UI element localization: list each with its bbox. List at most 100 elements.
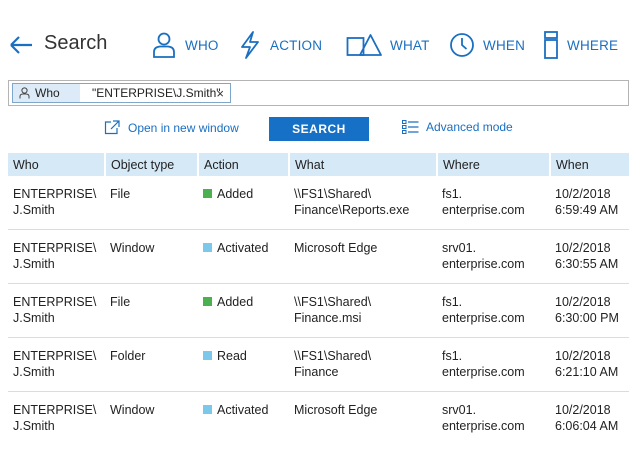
cell-action: Activated — [198, 229, 289, 284]
filter-chip-key[interactable]: Who — [12, 83, 81, 103]
filter-what-label: WHAT — [390, 37, 430, 53]
cell-where: fs1. enterprise.com — [437, 283, 550, 338]
cell-where: srv01. enterprise.com — [437, 392, 550, 446]
cell-who: ENTERPRISE\ J.Smith — [8, 392, 105, 446]
cell-what: Microsoft Edge — [289, 229, 437, 284]
advanced-mode-link[interactable]: Advanced mode — [402, 120, 513, 134]
table-row[interactable]: ENTERPRISE\ J.Smith Window Activated Microso… — [8, 229, 629, 284]
column-header-who[interactable]: Who — [8, 153, 106, 176]
cell-who: ENTERPRISE\ J.Smith — [8, 176, 105, 230]
cell-line: 10/2/2018 — [555, 295, 611, 309]
cell-what: \\FS1\Shared\ Finance — [289, 337, 437, 392]
top-bar: Search WHO ACTION WHAT WHEN WHERE — [0, 0, 640, 80]
person-icon — [153, 32, 175, 58]
search-button[interactable]: SEARCH — [269, 117, 369, 141]
filter-where-button[interactable]: WHERE — [543, 28, 618, 62]
cell-action: Added — [198, 176, 289, 230]
cell-line: ENTERPRISE\ — [13, 295, 97, 309]
cell-action: Added — [198, 283, 289, 338]
cell-line: Finance\Reports.exe — [294, 203, 410, 217]
column-header-action[interactable]: Action — [198, 153, 290, 176]
page-title: Search — [44, 32, 108, 54]
cell-when: 10/2/2018 6:30:55 AM — [550, 229, 629, 284]
cell-who: ENTERPRISE\ J.Smith — [8, 229, 105, 284]
cell-action: Read — [198, 337, 289, 392]
filter-when-button[interactable]: WHEN — [449, 28, 525, 62]
action-status-marker — [203, 351, 212, 360]
cell-line: ENTERPRISE\ — [13, 403, 97, 417]
action-label: Activated — [217, 241, 269, 255]
shapes-icon — [346, 34, 382, 56]
advanced-mode-label: Advanced mode — [426, 120, 513, 134]
cell-line: Microsoft Edge — [294, 403, 378, 417]
cell-line: 10/2/2018 — [555, 403, 611, 417]
open-new-window-link[interactable]: Open in new window — [104, 120, 239, 135]
cell-line: J.Smith — [13, 311, 55, 325]
filter-chip-value-label: "ENTERPRISE\J.Smith" — [92, 86, 221, 100]
cell-line: 6:59:49 AM — [555, 203, 619, 217]
action-label: Added — [217, 187, 254, 201]
cell-where: fs1. enterprise.com — [437, 337, 550, 392]
table-row[interactable]: ENTERPRISE\ J.Smith Window Activated Microso… — [8, 392, 629, 446]
cell-object-type: Folder — [105, 337, 198, 392]
cell-line: J.Smith — [13, 203, 55, 217]
action-label: Read — [217, 349, 247, 363]
column-header-when[interactable]: When — [550, 153, 629, 176]
cell-what: \\FS1\Shared\ Finance.msi — [289, 283, 437, 338]
cell-line: srv01. — [442, 403, 477, 417]
cell-line: enterprise.com — [442, 365, 525, 379]
filter-chip-value[interactable]: "ENTERPRISE\J.Smith" × — [80, 83, 231, 103]
filter-who-label: WHO — [185, 37, 219, 53]
results-table: Who Object type Action What Where When E… — [8, 153, 629, 445]
table-row[interactable]: ENTERPRISE\ J.Smith Folder Read \\FS1\Shared… — [8, 337, 629, 392]
filter-action-button[interactable]: ACTION — [238, 28, 322, 62]
back-arrow-icon[interactable] — [8, 33, 34, 57]
cell-line: Microsoft Edge — [294, 241, 378, 255]
cell-line: \\FS1\Shared\ — [294, 295, 372, 309]
cell-where: srv01. enterprise.com — [437, 229, 550, 284]
action-status-marker — [203, 297, 212, 306]
table-row[interactable]: ENTERPRISE\ J.Smith File Added \\FS1\Shared\… — [8, 283, 629, 338]
remove-filter-icon[interactable]: × — [216, 86, 224, 101]
cell-object-type: Window — [105, 229, 198, 284]
cell-where: fs1. enterprise.com — [437, 176, 550, 230]
action-label: Activated — [217, 403, 269, 417]
cell-who: ENTERPRISE\ J.Smith — [8, 283, 105, 338]
cell-line: srv01. — [442, 241, 477, 255]
action-status-marker — [203, 405, 212, 414]
cell-line: 10/2/2018 — [555, 241, 611, 255]
cell-when: 10/2/2018 6:30:00 PM — [550, 283, 629, 338]
cell-line: 6:30:00 PM — [555, 311, 619, 325]
cell-what: \\FS1\Shared\ Finance\Reports.exe — [289, 176, 437, 230]
cell-when: 10/2/2018 6:06:04 AM — [550, 392, 629, 446]
cell-line: ENTERPRISE\ — [13, 349, 97, 363]
action-status-marker — [203, 189, 212, 198]
cell-action: Activated — [198, 392, 289, 446]
server-icon — [544, 31, 558, 59]
column-header-what[interactable]: What — [289, 153, 438, 176]
filter-who-button[interactable]: WHO — [151, 28, 219, 62]
cell-object-type: File — [105, 283, 198, 338]
cell-line: fs1. — [442, 295, 463, 309]
table-header: Who Object type Action What Where When — [8, 153, 629, 176]
filter-what-button[interactable]: WHAT — [346, 28, 430, 62]
cell-object-type: Window — [110, 403, 155, 417]
filter-chip-key-label: Who — [35, 86, 60, 100]
cell-line: \\FS1\Shared\ — [294, 187, 372, 201]
column-header-object-type[interactable]: Object type — [105, 153, 199, 176]
person-icon — [19, 87, 30, 99]
cell-line: J.Smith — [13, 419, 55, 433]
search-input[interactable]: Who "ENTERPRISE\J.Smith" × — [8, 80, 629, 106]
cell-line: 10/2/2018 — [555, 187, 611, 201]
cell-line: 10/2/2018 — [555, 349, 611, 363]
column-header-where[interactable]: Where — [437, 153, 551, 176]
filter-where-label: WHERE — [567, 37, 619, 53]
action-label: Added — [217, 295, 254, 309]
cell-when: 10/2/2018 6:21:10 AM — [550, 337, 629, 392]
cell-line: J.Smith — [13, 365, 55, 379]
cell-line: J.Smith — [13, 257, 55, 271]
open-new-window-label: Open in new window — [128, 120, 239, 135]
cell-line: enterprise.com — [442, 257, 525, 271]
cell-line: enterprise.com — [442, 419, 525, 433]
table-row[interactable]: ENTERPRISE\ J.Smith File Added \\FS1\Shared\… — [8, 176, 629, 230]
